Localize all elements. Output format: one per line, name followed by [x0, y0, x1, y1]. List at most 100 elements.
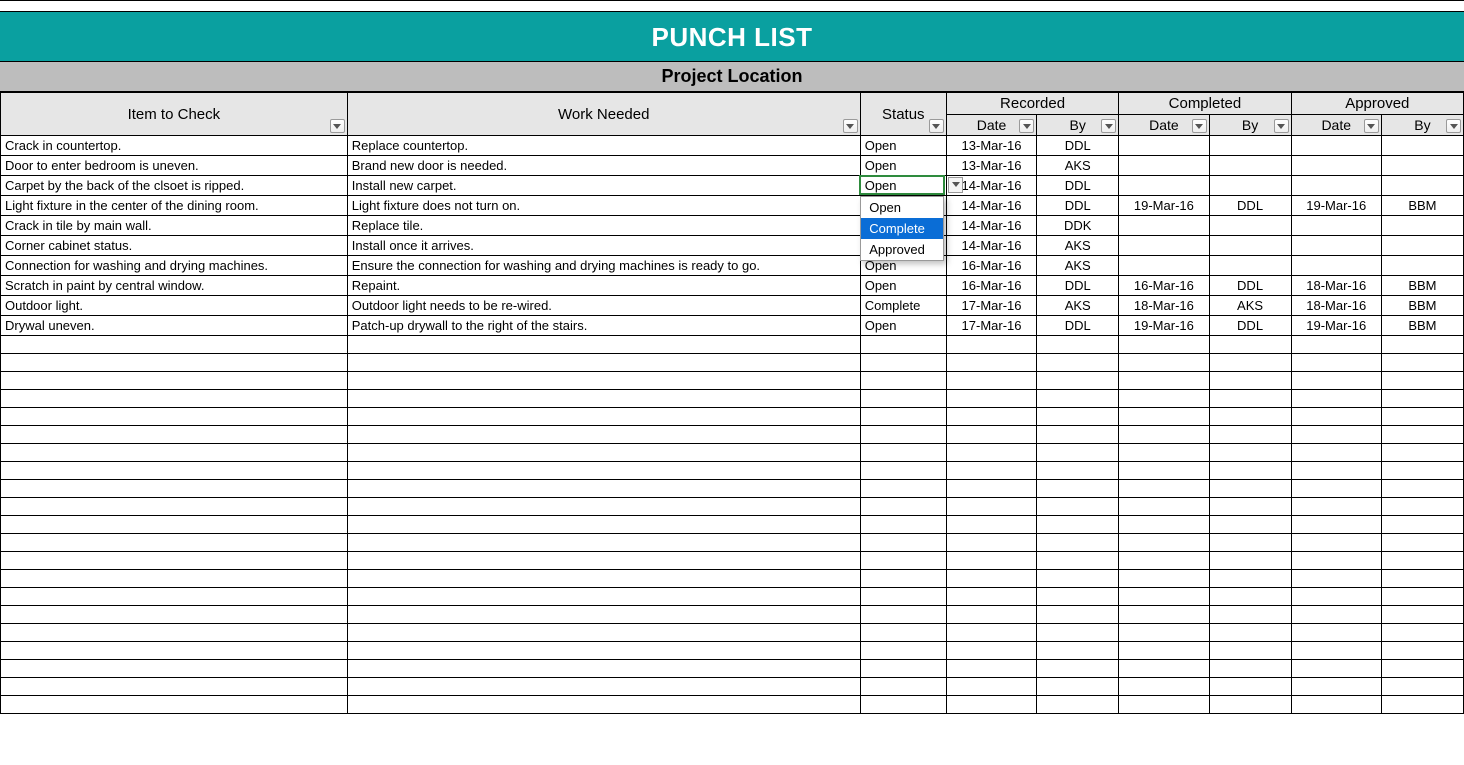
empty-cell[interactable] [1209, 372, 1291, 390]
empty-cell[interactable] [860, 444, 946, 462]
empty-cell[interactable] [1119, 696, 1209, 714]
filter-icon[interactable] [1274, 119, 1289, 133]
empty-cell[interactable] [946, 426, 1036, 444]
header-item[interactable]: Item to Check [1, 93, 348, 136]
cell-completed-by[interactable] [1209, 176, 1291, 196]
empty-cell[interactable] [860, 660, 946, 678]
empty-cell[interactable] [1291, 534, 1381, 552]
cell-approved-date[interactable] [1291, 256, 1381, 276]
empty-cell[interactable] [860, 678, 946, 696]
empty-cell[interactable] [1209, 498, 1291, 516]
dropdown-option[interactable]: Open [861, 197, 943, 218]
cell-item[interactable]: Outdoor light. [1, 296, 348, 316]
filter-icon[interactable] [1019, 119, 1034, 133]
empty-cell[interactable] [347, 606, 860, 624]
empty-cell[interactable] [860, 624, 946, 642]
filter-icon[interactable] [843, 119, 858, 133]
empty-cell[interactable] [1, 660, 348, 678]
cell-recorded-by[interactable]: AKS [1037, 256, 1119, 276]
cell-recorded-date[interactable]: 17-Mar-16 [946, 296, 1036, 316]
empty-cell[interactable] [860, 408, 946, 426]
empty-cell[interactable] [1037, 570, 1119, 588]
empty-cell[interactable] [860, 588, 946, 606]
cell-recorded-date[interactable]: 14-Mar-16 [946, 236, 1036, 256]
empty-cell[interactable] [1291, 354, 1381, 372]
cell-recorded-date[interactable]: 17-Mar-16 [946, 316, 1036, 336]
empty-cell[interactable] [1119, 516, 1209, 534]
cell-approved-date[interactable] [1291, 236, 1381, 256]
cell-completed-by[interactable]: DDL [1209, 276, 1291, 296]
empty-cell[interactable] [1037, 606, 1119, 624]
empty-cell[interactable] [1037, 462, 1119, 480]
cell-approved-by[interactable] [1381, 216, 1463, 236]
cell-work[interactable]: Ensure the connection for washing and dr… [347, 256, 860, 276]
cell-recorded-by[interactable]: DDL [1037, 176, 1119, 196]
cell-approved-by[interactable] [1381, 176, 1463, 196]
empty-cell[interactable] [347, 498, 860, 516]
empty-cell[interactable] [1037, 516, 1119, 534]
cell-status[interactable]: Open [860, 176, 946, 196]
empty-cell[interactable] [1291, 642, 1381, 660]
cell-work[interactable]: Install new carpet. [347, 176, 860, 196]
empty-cell[interactable] [1, 534, 348, 552]
empty-cell[interactable] [860, 534, 946, 552]
empty-cell[interactable] [347, 696, 860, 714]
cell-approved-date[interactable] [1291, 156, 1381, 176]
cell-work[interactable]: Light fixture does not turn on. [347, 196, 860, 216]
empty-cell[interactable] [1, 624, 348, 642]
empty-cell[interactable] [1119, 372, 1209, 390]
empty-cell[interactable] [1, 588, 348, 606]
cell-recorded-by[interactable]: DDL [1037, 136, 1119, 156]
empty-cell[interactable] [347, 336, 860, 354]
empty-cell[interactable] [1381, 462, 1463, 480]
empty-cell[interactable] [1381, 336, 1463, 354]
cell-work[interactable]: Repaint. [347, 276, 860, 296]
empty-cell[interactable] [347, 678, 860, 696]
empty-cell[interactable] [1209, 552, 1291, 570]
empty-cell[interactable] [1381, 570, 1463, 588]
empty-cell[interactable] [347, 516, 860, 534]
cell-completed-by[interactable] [1209, 236, 1291, 256]
empty-cell[interactable] [1291, 390, 1381, 408]
cell-completed-date[interactable]: 19-Mar-16 [1119, 316, 1209, 336]
empty-cell[interactable] [1209, 642, 1291, 660]
empty-cell[interactable] [946, 606, 1036, 624]
cell-completed-date[interactable] [1119, 176, 1209, 196]
cell-recorded-by[interactable]: DDL [1037, 196, 1119, 216]
empty-cell[interactable] [946, 678, 1036, 696]
empty-cell[interactable] [1037, 588, 1119, 606]
cell-recorded-by[interactable]: DDL [1037, 316, 1119, 336]
empty-cell[interactable] [1209, 480, 1291, 498]
empty-cell[interactable] [1209, 678, 1291, 696]
empty-cell[interactable] [1, 408, 348, 426]
empty-cell[interactable] [1381, 624, 1463, 642]
empty-cell[interactable] [860, 336, 946, 354]
empty-cell[interactable] [1, 516, 348, 534]
empty-cell[interactable] [860, 372, 946, 390]
empty-cell[interactable] [1209, 354, 1291, 372]
header-approved-date[interactable]: Date [1291, 115, 1381, 136]
empty-cell[interactable] [347, 570, 860, 588]
cell-status[interactable]: Open [860, 156, 946, 176]
cell-item[interactable]: Drywal uneven. [1, 316, 348, 336]
empty-cell[interactable] [1381, 516, 1463, 534]
empty-cell[interactable] [347, 408, 860, 426]
cell-completed-date[interactable]: 16-Mar-16 [1119, 276, 1209, 296]
cell-approved-by[interactable]: BBM [1381, 276, 1463, 296]
cell-completed-by[interactable]: DDL [1209, 196, 1291, 216]
empty-cell[interactable] [1291, 408, 1381, 426]
cell-completed-date[interactable] [1119, 216, 1209, 236]
cell-recorded-date[interactable]: 16-Mar-16 [946, 256, 1036, 276]
empty-cell[interactable] [860, 480, 946, 498]
cell-completed-by[interactable]: DDL [1209, 316, 1291, 336]
filter-icon[interactable] [330, 119, 345, 133]
empty-cell[interactable] [1381, 534, 1463, 552]
cell-status[interactable]: Open [860, 276, 946, 296]
cell-item[interactable]: Light fixture in the center of the dinin… [1, 196, 348, 216]
cell-item[interactable]: Door to enter bedroom is uneven. [1, 156, 348, 176]
empty-cell[interactable] [1, 498, 348, 516]
empty-cell[interactable] [1037, 678, 1119, 696]
cell-recorded-by[interactable]: AKS [1037, 236, 1119, 256]
empty-cell[interactable] [1037, 642, 1119, 660]
cell-item[interactable]: Crack in countertop. [1, 136, 348, 156]
